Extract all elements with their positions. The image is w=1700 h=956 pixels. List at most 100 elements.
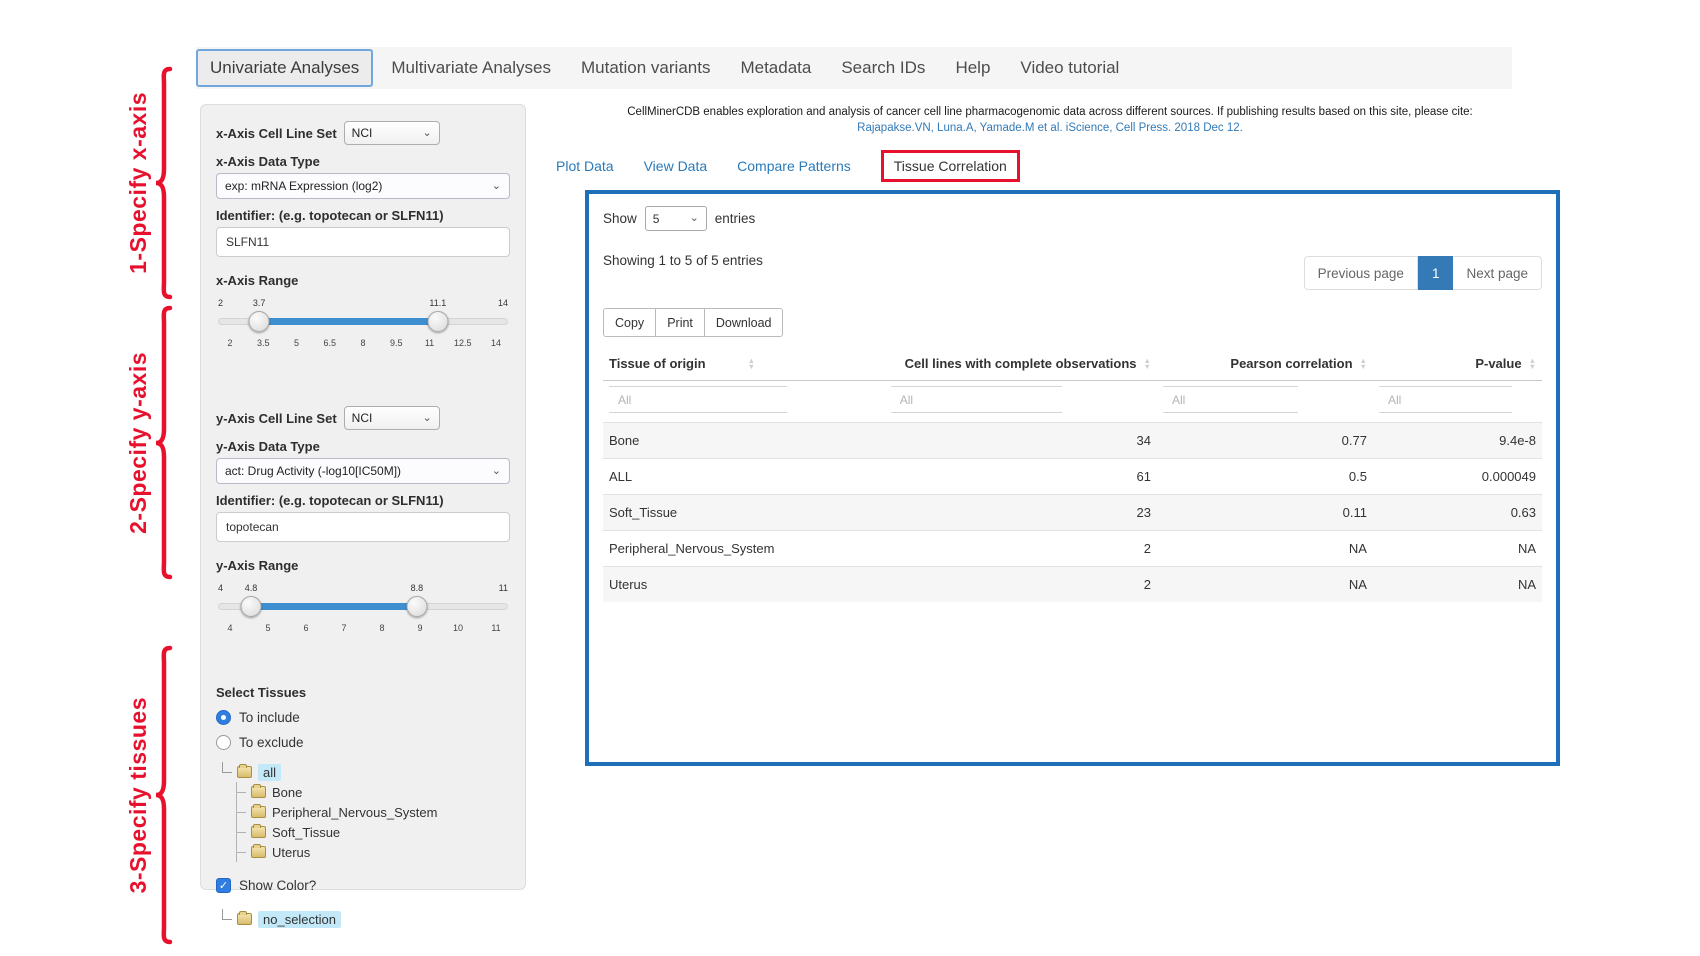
tree-branch-icon xyxy=(237,852,246,853)
tree-node-soft-tissue[interactable]: Soft_Tissue xyxy=(237,822,510,842)
tree-node-bone[interactable]: Bone xyxy=(237,782,510,802)
sort-icon[interactable]: ▲▼ xyxy=(1360,358,1367,369)
table-row[interactable]: Bone 34 0.77 9.4e-8 xyxy=(603,423,1542,459)
next-page-button[interactable]: Next page xyxy=(1453,256,1542,290)
y-cell-line-set-select[interactable]: NCI ⌄ xyxy=(344,406,440,430)
include-radio-row[interactable]: To include xyxy=(216,710,510,725)
table-row[interactable]: Soft_Tissue 23 0.11 0.63 xyxy=(603,495,1542,531)
citation: CellMinerCDB enables exploration and ana… xyxy=(540,106,1560,134)
slider-bar xyxy=(251,603,417,610)
tab-view-data[interactable]: View Data xyxy=(644,158,708,174)
col-header-cell-lines[interactable]: Cell lines with complete observations ▲▼ xyxy=(885,347,1157,381)
tissue-tree: all Bone Peripheral_Nervous_System Soft_… xyxy=(222,762,510,862)
filter-p-value-input[interactable] xyxy=(1379,386,1512,413)
x-range-from-value: 3.7 xyxy=(253,298,266,308)
folder-icon xyxy=(251,786,266,798)
pagination: Previous page 1 Next page xyxy=(1304,256,1542,290)
sort-icon[interactable]: ▲▼ xyxy=(748,358,755,369)
y-cell-line-set-label: y-Axis Cell Line Set xyxy=(216,411,337,426)
select-tissues-title: Select Tissues xyxy=(216,685,510,700)
exclude-radio[interactable] xyxy=(216,735,231,750)
citation-link[interactable]: Rajapakse.VN, Luna.A, Yamade.M et al. iS… xyxy=(540,122,1560,134)
exclude-radio-row[interactable]: To exclude xyxy=(216,735,510,750)
export-buttons: Copy Print Download xyxy=(603,308,1542,337)
annotation-step-1: 1-Specify x-axis xyxy=(88,66,174,300)
x-range-to-value: 11.1 xyxy=(429,298,446,308)
page-size-select[interactable]: 5 ⌄ xyxy=(645,206,707,231)
filter-cell-lines-input[interactable] xyxy=(891,386,1063,413)
result-tabs: Plot Data View Data Compare Patterns Tis… xyxy=(556,148,1020,184)
x-identifier-input[interactable] xyxy=(216,227,510,257)
col-header-pearson-correlation[interactable]: Pearson correlation ▲▼ xyxy=(1157,347,1373,381)
show-color-label: Show Color? xyxy=(239,878,316,893)
previous-page-button[interactable]: Previous page xyxy=(1304,256,1418,290)
x-range-slider: 2 3.7 11.1 14 2 3.5 5 6.5 8 9.5 11 12.5 … xyxy=(218,312,508,356)
tree-branch-icon xyxy=(237,792,246,793)
entries-label: entries xyxy=(715,211,756,226)
col-header-tissue-of-origin[interactable]: Tissue of origin ▲▼ xyxy=(603,347,885,381)
y-range-min: 4 xyxy=(218,583,223,593)
tree-node-peripheral-nervous-system[interactable]: Peripheral_Nervous_System xyxy=(237,802,510,822)
y-range-ticks: 4 5 6 7 8 9 10 11 xyxy=(218,623,508,633)
x-data-type-select[interactable]: exp: mRNA Expression (log2) ⌄ xyxy=(216,173,510,199)
tree-elbow-icon xyxy=(222,762,232,773)
tree-node-uterus[interactable]: Uterus xyxy=(237,842,510,862)
annotation-step-3-label: 3-Specify tissues xyxy=(125,697,152,893)
citation-text: CellMinerCDB enables exploration and ana… xyxy=(540,106,1560,118)
nav-tab-search-ids[interactable]: Search IDs xyxy=(829,51,937,85)
chevron-down-icon: ⌄ xyxy=(422,413,431,424)
include-radio[interactable] xyxy=(216,710,231,725)
folder-icon xyxy=(251,846,266,858)
slider-handle-min[interactable] xyxy=(241,596,262,617)
nav-tab-metadata[interactable]: Metadata xyxy=(728,51,823,85)
print-button[interactable]: Print xyxy=(656,308,705,337)
brace-icon xyxy=(152,645,174,945)
table-row[interactable]: ALL 61 0.5 0.000049 xyxy=(603,459,1542,495)
x-cell-line-set-label: x-Axis Cell Line Set xyxy=(216,126,337,141)
sort-icon[interactable]: ▲▼ xyxy=(1144,358,1151,369)
table-row[interactable]: Uterus 2 NA NA xyxy=(603,567,1542,603)
show-color-row[interactable]: Show Color? xyxy=(216,878,510,893)
slider-handle-min[interactable] xyxy=(249,311,270,332)
page-1-button[interactable]: 1 xyxy=(1418,256,1454,290)
chevron-down-icon: ⌄ xyxy=(422,128,431,139)
folder-icon xyxy=(251,806,266,818)
show-label: Show xyxy=(603,211,637,226)
y-range-max: 11 xyxy=(499,583,508,593)
slider-handle-max[interactable] xyxy=(406,596,427,617)
settings-sidebar: x-Axis Cell Line Set NCI ⌄ x-Axis Data T… xyxy=(200,104,526,890)
tree-node-no-selection[interactable]: no_selection xyxy=(222,909,510,929)
col-header-p-value[interactable]: P-value ▲▼ xyxy=(1373,347,1542,381)
nav-tab-univariate-analyses[interactable]: Univariate Analyses xyxy=(196,49,373,87)
tab-compare-patterns[interactable]: Compare Patterns xyxy=(737,158,851,174)
slider-bar xyxy=(259,318,438,325)
chevron-down-icon: ⌄ xyxy=(690,213,699,224)
tree-node-all[interactable]: all xyxy=(222,762,510,782)
nav-tab-video-tutorial[interactable]: Video tutorial xyxy=(1008,51,1131,85)
annotation-step-3: 3-Specify tissues xyxy=(88,645,174,945)
chevron-down-icon: ⌄ xyxy=(492,466,501,477)
y-data-type-select[interactable]: act: Drug Activity (-log10[IC50M]) ⌄ xyxy=(216,458,510,484)
folder-icon xyxy=(237,913,252,925)
exclude-radio-label: To exclude xyxy=(239,735,304,750)
selection-tree: no_selection xyxy=(222,909,510,929)
copy-button[interactable]: Copy xyxy=(603,308,656,337)
slider-handle-max[interactable] xyxy=(427,311,448,332)
tab-plot-data[interactable]: Plot Data xyxy=(556,158,614,174)
nav-tab-help[interactable]: Help xyxy=(943,51,1002,85)
top-navigation: Univariate Analyses Multivariate Analyse… xyxy=(196,47,1512,89)
brace-icon xyxy=(152,305,174,580)
table-row[interactable]: Peripheral_Nervous_System 2 NA NA xyxy=(603,531,1542,567)
x-cell-line-set-select[interactable]: NCI ⌄ xyxy=(344,121,440,145)
filter-pearson-input[interactable] xyxy=(1163,386,1298,413)
nav-tab-mutation-variants[interactable]: Mutation variants xyxy=(569,51,722,85)
filter-tissue-input[interactable] xyxy=(609,386,787,413)
tab-tissue-correlation[interactable]: Tissue Correlation xyxy=(881,150,1020,182)
folder-icon xyxy=(237,766,252,778)
nav-tab-multivariate-analyses[interactable]: Multivariate Analyses xyxy=(379,51,563,85)
show-color-checkbox[interactable] xyxy=(216,878,231,893)
cellminercdb-app: 1-Specify x-axis 2-Specify y-axis 3-Spec… xyxy=(0,0,1700,956)
y-identifier-input[interactable] xyxy=(216,512,510,542)
download-button[interactable]: Download xyxy=(705,308,784,337)
sort-icon[interactable]: ▲▼ xyxy=(1529,358,1536,369)
